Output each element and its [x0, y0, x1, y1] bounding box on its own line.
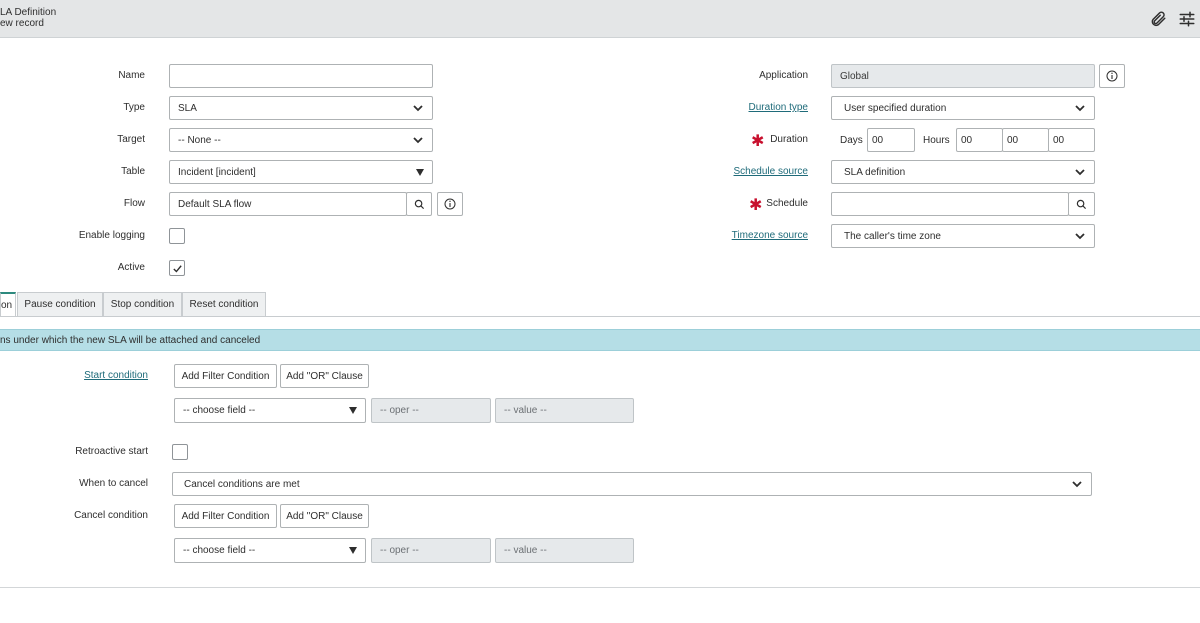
form-header: LA Definition ew record [0, 0, 1200, 38]
start-choose-field-select[interactable]: -- choose field -- [174, 398, 366, 423]
duration-type-select[interactable]: User specified duration [831, 96, 1095, 120]
duration-type-value: User specified duration [844, 102, 947, 114]
duration-type-link[interactable]: Duration type [700, 102, 808, 113]
cancel-value-field: -- value -- [495, 538, 634, 563]
timezone-source-value: The caller's time zone [844, 230, 941, 242]
info-icon [1106, 70, 1118, 82]
duration-hours-label: Hours [923, 135, 950, 146]
start-oper-field: -- oper -- [371, 398, 491, 423]
application-field: Global [831, 64, 1095, 88]
info-icon [444, 198, 456, 210]
form-subtitle: ew record [0, 18, 44, 29]
cancel-choose-field-select[interactable]: -- choose field -- [174, 538, 366, 563]
when-to-cancel-select[interactable]: Cancel conditions are met [172, 472, 1092, 496]
flow-info-button[interactable] [437, 192, 463, 216]
paperclip-icon [1151, 11, 1166, 27]
section-divider [0, 587, 1200, 588]
when-to-cancel-value: Cancel conditions are met [184, 478, 300, 490]
application-info-button[interactable] [1099, 64, 1125, 88]
flow-input[interactable]: Default SLA flow [169, 192, 407, 216]
timezone-source-select[interactable]: The caller's time zone [831, 224, 1095, 248]
schedule-input[interactable] [831, 192, 1069, 216]
caret-down-icon [416, 168, 424, 176]
schedule-source-select[interactable]: SLA definition [831, 160, 1095, 184]
flow-lookup-button[interactable] [406, 192, 432, 216]
retroactive-start-label: Retroactive start [75, 446, 148, 457]
tab-divider [0, 316, 1200, 317]
schedule-label: Schedule [766, 198, 808, 209]
active-checkbox[interactable] [169, 260, 185, 276]
search-icon [1076, 199, 1087, 209]
retroactive-start-checkbox[interactable] [172, 444, 188, 460]
application-label: Application [759, 70, 808, 81]
target-select[interactable]: -- None -- [169, 128, 433, 152]
name-input[interactable] [169, 64, 433, 88]
start-condition-link[interactable]: Start condition [40, 370, 148, 381]
tab-stop-condition[interactable]: Stop condition [103, 292, 182, 316]
schedule-source-link[interactable]: Schedule source [700, 166, 809, 177]
schedule-lookup-button[interactable] [1068, 192, 1095, 216]
add-filter-condition-button[interactable]: Add Filter Condition [174, 364, 277, 388]
tab-reset-condition[interactable]: Reset condition [182, 292, 266, 316]
name-label: Name [118, 70, 145, 81]
schedule-source-value: SLA definition [844, 166, 906, 178]
target-label: Target [117, 134, 145, 145]
duration-days-label: Days [840, 135, 863, 146]
form-title: LA Definition [0, 7, 57, 18]
table-select[interactable]: Incident [incident] [169, 160, 433, 184]
enable-logging-label: Enable logging [78, 230, 145, 241]
type-value: SLA [178, 102, 197, 114]
when-to-cancel-label: When to cancel [79, 478, 148, 489]
start-choose-field-value: -- choose field -- [183, 405, 256, 416]
type-select[interactable]: SLA [169, 96, 433, 120]
start-value-field: -- value -- [495, 398, 634, 423]
sliders-icon [1179, 11, 1195, 27]
cancel-add-or-clause-button[interactable]: Add "OR" Clause [280, 504, 369, 528]
duration-days-input[interactable]: 00 [867, 128, 915, 152]
tab-start-condition[interactable]: on [0, 292, 16, 316]
duration-label: Duration [770, 134, 808, 145]
flow-label: Flow [123, 198, 145, 209]
section-banner: ns under which the new SLA will be attac… [0, 329, 1200, 351]
cancel-oper-field: -- oper -- [371, 538, 491, 563]
table-label: Table [121, 166, 145, 177]
timezone-source-link[interactable]: Timezone source [700, 230, 808, 241]
table-value: Incident [incident] [178, 166, 256, 178]
target-value: -- None -- [178, 134, 221, 146]
caret-down-icon [349, 547, 357, 554]
active-label: Active [117, 262, 145, 273]
personalize-form-button[interactable] [1176, 8, 1198, 30]
chevron-down-icon [1075, 233, 1085, 240]
duration-hours-input[interactable]: 00 [956, 128, 1003, 152]
chevron-down-icon [413, 137, 423, 144]
checkmark-icon [172, 264, 182, 273]
chevron-down-icon [1075, 105, 1085, 112]
cancel-condition-label: Cancel condition [74, 510, 148, 521]
add-or-clause-button[interactable]: Add "OR" Clause [280, 364, 369, 388]
chevron-down-icon [1075, 169, 1085, 176]
search-icon [414, 199, 424, 209]
type-label: Type [123, 102, 145, 113]
duration-minutes-input[interactable]: 00 [1002, 128, 1049, 152]
duration-seconds-input[interactable]: 00 [1048, 128, 1095, 152]
chevron-down-icon [413, 105, 423, 112]
cancel-choose-field-value: -- choose field -- [183, 545, 256, 556]
tab-pause-condition[interactable]: Pause condition [17, 292, 103, 316]
caret-down-icon [349, 407, 357, 414]
cancel-add-filter-condition-button[interactable]: Add Filter Condition [174, 504, 277, 528]
enable-logging-checkbox[interactable] [169, 228, 185, 244]
attachment-button[interactable] [1147, 8, 1169, 30]
chevron-down-icon [1072, 481, 1082, 488]
